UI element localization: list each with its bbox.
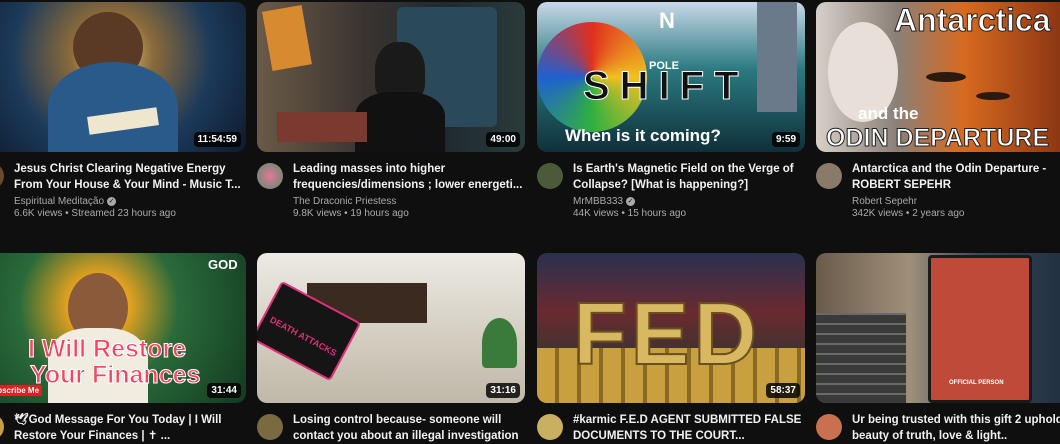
overlay-question: When is it coming? (565, 126, 721, 145)
verified-icon: ✓ (107, 196, 117, 206)
ufo-shape (976, 92, 1010, 100)
video-title[interactable]: 🕊God Message For You Today | I Will Rest… (14, 412, 246, 444)
video-duration: 58:37 (766, 383, 800, 398)
overlay-fed: FED (572, 283, 761, 384)
plant-shape (482, 318, 517, 368)
verified-icon: ✓ (626, 196, 636, 206)
video-title[interactable]: Losing control because- someone will con… (293, 412, 525, 444)
video-title[interactable]: Antarctica and the Odin Departure - ROBE… (852, 161, 1060, 193)
video-title[interactable]: Leading masses into higher frequencies/d… (293, 161, 525, 193)
channel-name[interactable]: The Draconic Priestess (293, 196, 396, 207)
video-thumbnail[interactable]: 49:00 (257, 2, 525, 152)
channel-avatar[interactable] (0, 163, 4, 189)
video-thumbnail[interactable]: GOD I Will Restore Your Finances Subscri… (0, 253, 246, 403)
video-stats: 44K views • 15 hours ago (573, 208, 687, 219)
overlay-finances: Your Finances (29, 361, 201, 390)
video-duration: 49:00 (486, 132, 520, 147)
video-thumbnail[interactable]: DEATH ATTACKS 31:16 (257, 253, 525, 403)
video-duration: 11:54:59 (193, 132, 241, 147)
table-shape (277, 112, 367, 142)
video-duration: 31:16 (486, 383, 520, 398)
overlay-and-the: and the (858, 104, 919, 123)
channel-avatar[interactable] (537, 163, 563, 189)
card-stack (816, 313, 906, 403)
overlay-antarctica: Antarctica (894, 2, 1051, 39)
overlay-north: N (659, 8, 675, 33)
channel-avatar[interactable] (816, 414, 842, 440)
video-duration: 9:59 (771, 132, 800, 147)
painting-shape (262, 4, 312, 72)
video-thumbnail[interactable]: N POLE SHIFT When is it coming? 9:59 (537, 2, 805, 152)
overlay-restore: I Will Restore (27, 335, 187, 364)
channel-name[interactable]: Robert Sepehr (852, 196, 917, 207)
tarot-card: OFFICIAL PERSON (928, 255, 1032, 403)
video-stats: 9.8K views • 19 hours ago (293, 208, 409, 219)
channel-avatar[interactable] (257, 414, 283, 440)
video-thumbnail[interactable]: 11:54:59 (0, 2, 246, 152)
building-shape (757, 2, 797, 112)
overlay-shift: SHIFT (583, 64, 749, 109)
video-stats: 6.6K views • Streamed 23 hours ago (14, 208, 176, 219)
video-thumbnail[interactable]: OFFICIAL PERSON 5 (816, 253, 1060, 403)
video-duration: 31:44 (207, 383, 241, 398)
video-thumbnail[interactable]: Antarctica and the ODIN DEPARTURE (816, 2, 1060, 152)
ufo-shape (926, 72, 966, 82)
overlay-god-tag: GOD (208, 257, 238, 272)
card-caption: DEATH ATTACKS (268, 314, 339, 359)
figure-robe (48, 62, 178, 152)
video-title[interactable]: Jesus Christ Clearing Negative Energy Fr… (14, 161, 246, 193)
video-stats: 342K views • 2 years ago (852, 208, 965, 219)
subscribe-badge: Subscribe Me (0, 385, 43, 396)
card-caption: OFFICIAL PERSON (949, 380, 1004, 386)
overlay-odin: ODIN DEPARTURE (825, 124, 1050, 153)
channel-avatar[interactable] (537, 414, 563, 440)
channel-avatar[interactable] (816, 163, 842, 189)
channel-name[interactable]: Espiritual Meditação (14, 196, 104, 207)
channel-name[interactable]: MrMBB333 (573, 196, 623, 207)
video-title[interactable]: Is Earth's Magnetic Field on the Verge o… (573, 161, 805, 193)
video-title[interactable]: #karmic F.E.D AGENT SUBMITTED FALSE DOCU… (573, 412, 805, 444)
video-title[interactable]: Ur being trusted with this gift 2 uphold… (852, 412, 1060, 444)
channel-avatar[interactable] (0, 414, 4, 440)
video-thumbnail[interactable]: FED 58:37 (537, 253, 805, 403)
channel-avatar[interactable] (257, 163, 283, 189)
person-body (355, 92, 445, 152)
